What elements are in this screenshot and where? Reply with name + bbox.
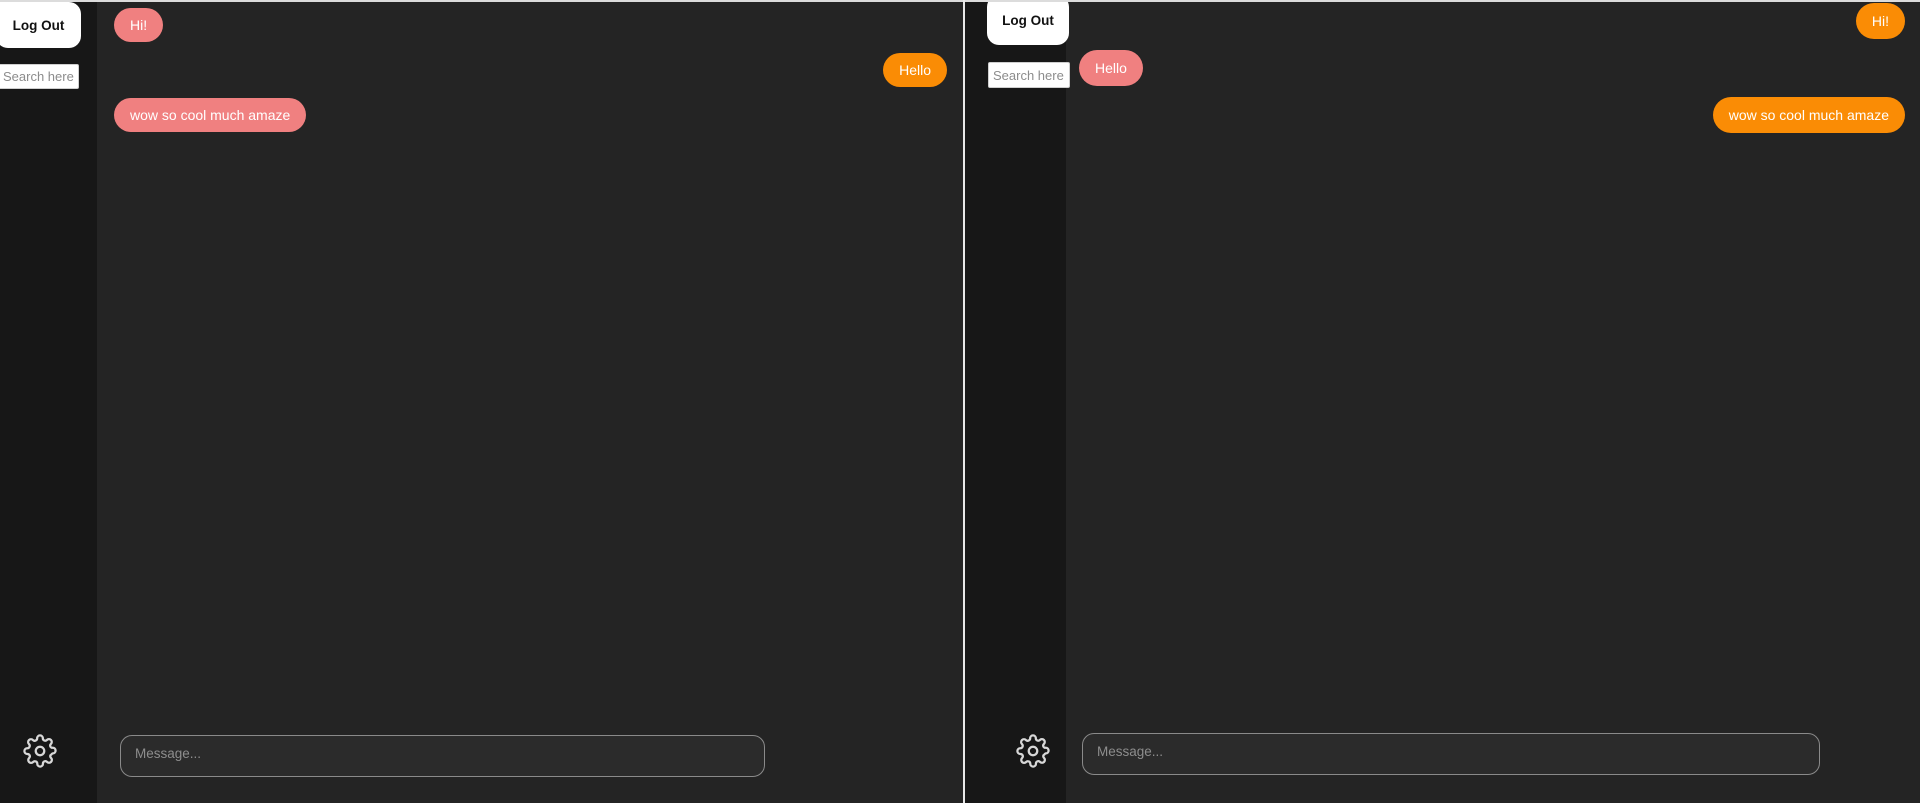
message-bubble: Hi!: [1855, 3, 1905, 39]
message-bubble: Hi!: [114, 8, 164, 42]
message-bubble: wow so cool much amaze: [1712, 97, 1905, 133]
settings-button[interactable]: [23, 734, 57, 768]
message-input[interactable]: [120, 735, 765, 777]
message-row: Hi!: [97, 8, 965, 42]
message-row: Hi!: [1066, 3, 1920, 39]
gear-icon: [1016, 734, 1050, 768]
settings-button[interactable]: [1016, 734, 1050, 768]
logout-button[interactable]: Log Out: [987, 2, 1069, 45]
message-row: Hello: [97, 53, 965, 87]
message-row: wow so cool much amaze: [97, 98, 965, 132]
chat-window-right: Log Out Hi! Hello: [965, 0, 1920, 803]
search-input[interactable]: [988, 62, 1070, 88]
message-bubble: Hello: [1079, 50, 1143, 86]
composer-right: [1066, 713, 1920, 803]
search-input[interactable]: [0, 64, 79, 89]
message-row: wow so cool much amaze: [1066, 97, 1920, 133]
sidebar-right: Log Out: [965, 2, 1070, 803]
message-row: Hello: [1066, 50, 1920, 86]
logout-button[interactable]: Log Out: [0, 2, 81, 48]
message-bubble: wow so cool much amaze: [114, 98, 307, 132]
message-input[interactable]: [1082, 733, 1820, 775]
window-divider: [963, 0, 965, 803]
dual-window-root: Log Out Hi! Hello: [0, 0, 1920, 803]
message-bubble: Hello: [883, 53, 947, 87]
chat-area-right: Hi! Hello wow so cool much amaze: [1066, 2, 1920, 803]
chat-area-left: Hi! Hello wow so cool much amaze: [97, 2, 965, 803]
chat-window-left: Log Out Hi! Hello: [0, 0, 965, 803]
message-list-right: Hi! Hello wow so cool much amaze: [1066, 2, 1920, 713]
composer-left: [97, 713, 965, 803]
sidebar-left: Log Out: [0, 2, 97, 803]
message-list-left: Hi! Hello wow so cool much amaze: [97, 2, 965, 713]
gear-icon: [23, 734, 57, 768]
